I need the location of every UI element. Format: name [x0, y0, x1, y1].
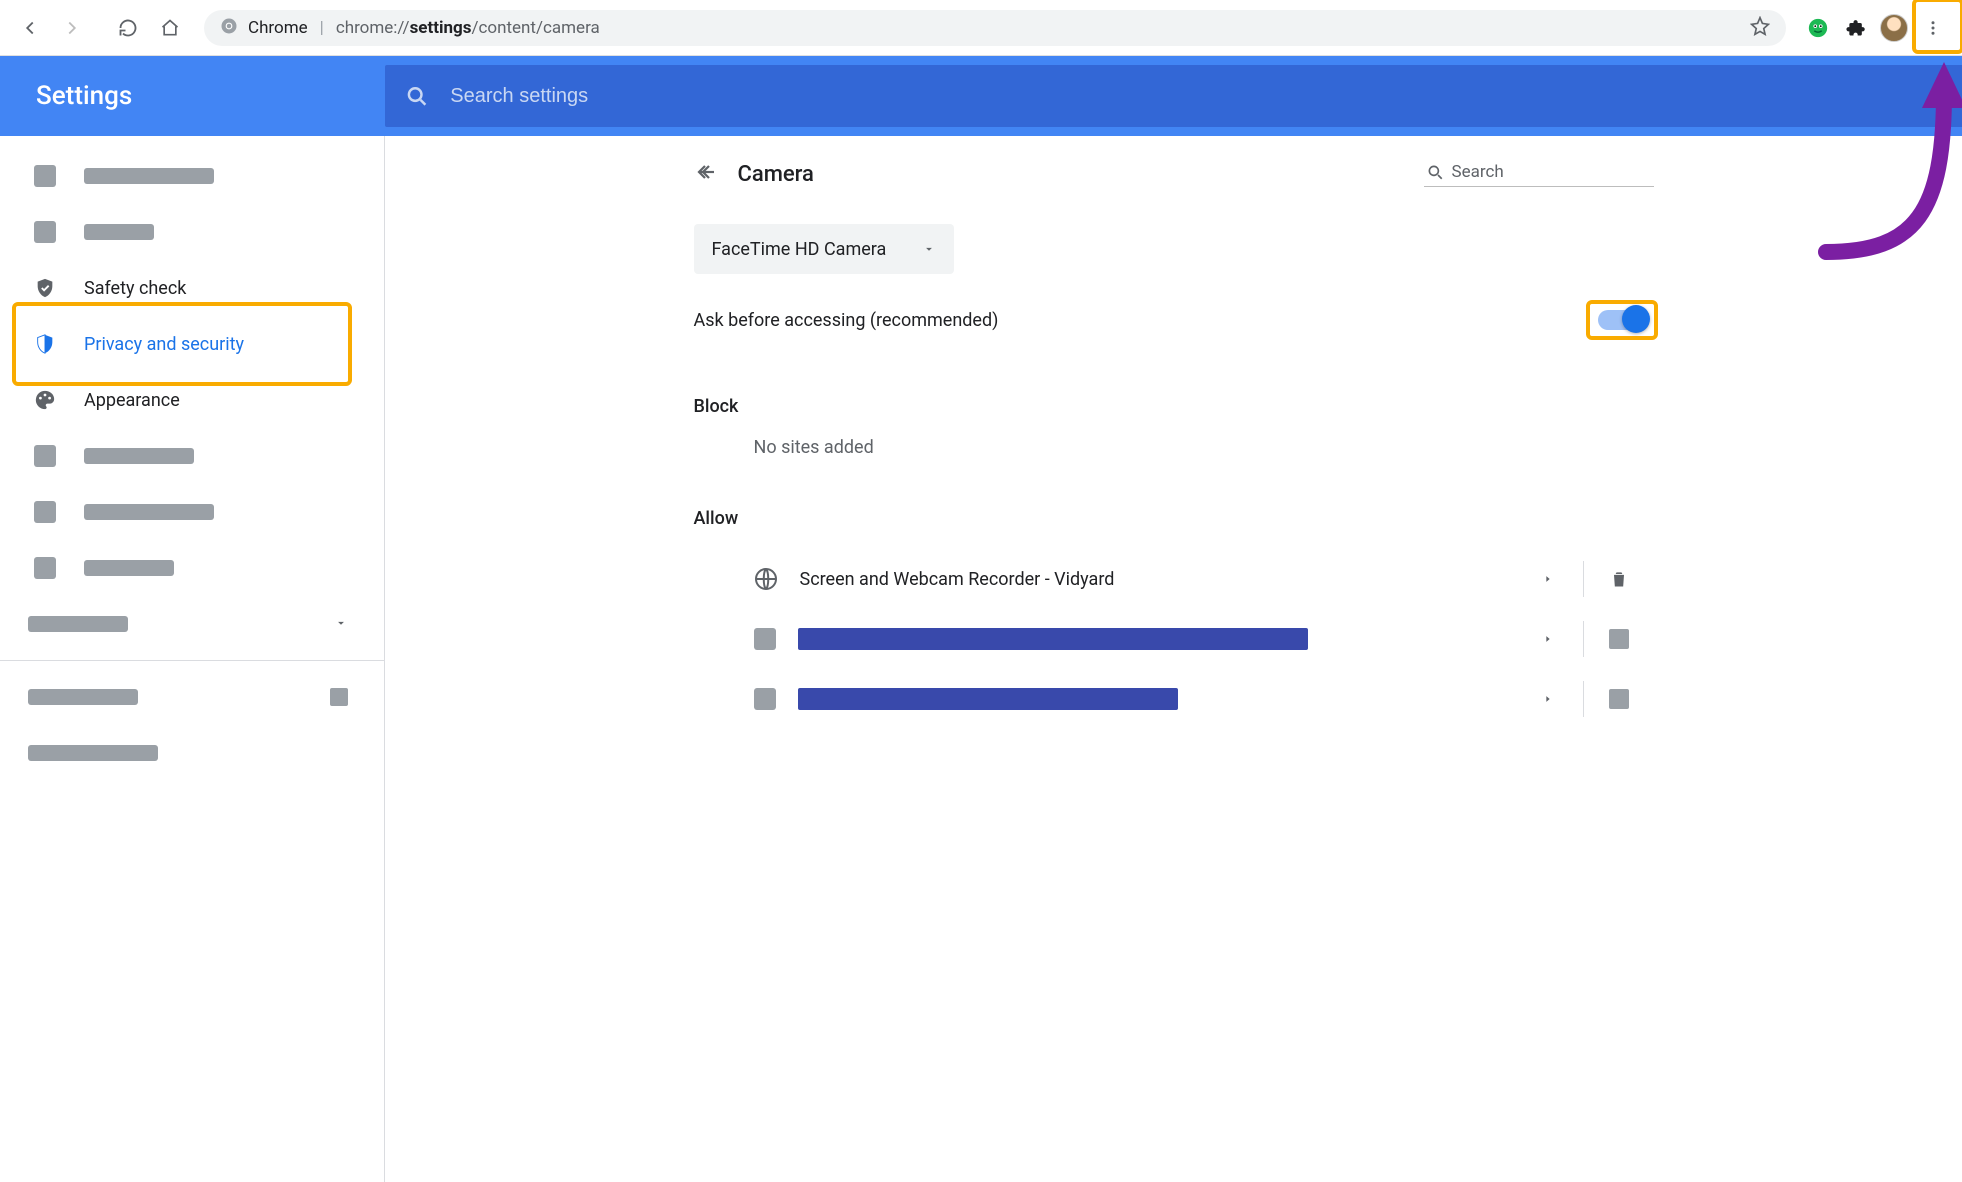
sidebar-item-label: Safety check	[84, 278, 186, 299]
sidebar-item-placeholder-7[interactable]	[0, 725, 384, 781]
site-expand-button[interactable]	[1513, 559, 1583, 599]
allow-site-row-3[interactable]	[694, 669, 1654, 729]
settings-title: Settings	[0, 81, 385, 111]
sidebar-item-label: Appearance	[84, 390, 180, 411]
search-settings-box[interactable]	[385, 65, 1962, 127]
sidebar-item-placeholder-3[interactable]	[0, 428, 384, 484]
sidebar-item-placeholder-4[interactable]	[0, 484, 384, 540]
address-bar[interactable]: Chrome | chrome://settings/content/camer…	[204, 10, 1786, 46]
annotation-highlight-privacy	[16, 306, 348, 382]
camera-select-dropdown[interactable]: FaceTime HD Camera	[694, 224, 955, 274]
block-section-heading: Block	[694, 396, 1654, 417]
site-name-placeholder	[798, 628, 1308, 650]
ask-before-accessing-label: Ask before accessing (recommended)	[694, 310, 999, 331]
allow-site-row-2[interactable]	[694, 609, 1654, 669]
main-content: Camera Search FaceTime HD Camera Ask bef…	[385, 136, 1962, 1182]
annotation-highlight-toggle	[1590, 304, 1654, 336]
search-icon	[1426, 163, 1444, 181]
settings-header: Settings	[0, 56, 1962, 136]
site-expand-button[interactable]	[1513, 679, 1583, 719]
extension-icon-1[interactable]	[1802, 12, 1834, 44]
settings-sidebar: Safety check Privacy and security Appear…	[0, 136, 385, 1182]
url-app-label: Chrome	[248, 18, 308, 38]
sidebar-item-placeholder-1[interactable]	[0, 148, 384, 204]
sidebar-item-placeholder-5[interactable]	[0, 540, 384, 596]
search-settings-input[interactable]	[450, 85, 1962, 108]
open-in-new-icon	[330, 688, 348, 706]
site-delete-button[interactable]	[1584, 559, 1654, 599]
home-button[interactable]	[152, 10, 188, 46]
sidebar-item-placeholder-2[interactable]	[0, 204, 384, 260]
local-search[interactable]: Search	[1424, 162, 1654, 187]
local-search-placeholder: Search	[1452, 162, 1504, 182]
page-back-button[interactable]	[694, 160, 718, 188]
chrome-icon	[220, 17, 238, 40]
browser-toolbar: Chrome | chrome://settings/content/camer…	[0, 0, 1962, 56]
site-icon-placeholder	[754, 628, 776, 650]
sidebar-item-placeholder-6[interactable]	[0, 669, 384, 725]
url-bold: settings	[410, 18, 472, 38]
site-delete-button[interactable]	[1584, 679, 1654, 719]
site-name-placeholder	[798, 688, 1178, 710]
site-delete-button[interactable]	[1584, 619, 1654, 659]
page-title: Camera	[738, 162, 814, 187]
globe-icon	[754, 567, 778, 591]
forward-button[interactable]	[54, 10, 90, 46]
url-suffix: /content/camera	[471, 18, 599, 38]
chevron-down-icon	[922, 242, 936, 256]
allow-site-row-1[interactable]: Screen and Webcam Recorder - Vidyard	[694, 549, 1654, 609]
profile-avatar[interactable]	[1878, 12, 1910, 44]
dropdown-value: FaceTime HD Camera	[712, 239, 887, 260]
allow-section-heading: Allow	[694, 508, 1654, 529]
chevron-down-icon	[334, 614, 348, 635]
site-icon-placeholder	[754, 688, 776, 710]
shield-check-icon	[34, 277, 56, 299]
bookmark-star-icon[interactable]	[1750, 16, 1770, 41]
block-no-sites-text: No sites added	[694, 437, 1654, 458]
sidebar-item-advanced[interactable]	[0, 596, 384, 652]
ask-before-accessing-toggle[interactable]	[1598, 310, 1646, 330]
palette-icon	[34, 389, 56, 411]
site-expand-button[interactable]	[1513, 619, 1583, 659]
allow-site-name: Screen and Webcam Recorder - Vidyard	[800, 569, 1115, 590]
back-button[interactable]	[12, 10, 48, 46]
reload-button[interactable]	[110, 10, 146, 46]
url-prefix: chrome://	[336, 18, 410, 38]
search-icon	[405, 84, 428, 108]
extensions-puzzle-icon[interactable]	[1840, 12, 1872, 44]
more-menu-button[interactable]	[1916, 9, 1950, 47]
